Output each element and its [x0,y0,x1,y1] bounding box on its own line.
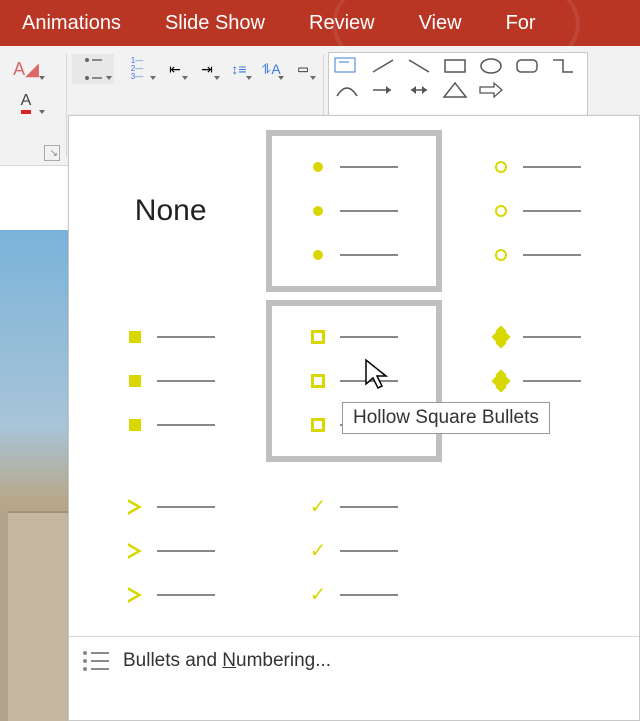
bullet-option-four-diamond[interactable] [450,300,625,462]
bullet-option-filled-dot[interactable] [266,130,441,292]
text-direction-button[interactable]: ⥮A [256,54,286,84]
bullets-numbering-label: Bullets and Numbering... [123,650,331,672]
bullet-option-filled-square[interactable] [83,300,258,462]
shape-arrow-icon[interactable] [369,80,397,100]
indent-icon: ⇥ [201,61,213,78]
bullets-list-icon [83,651,109,671]
shape-rect-icon[interactable] [441,56,469,76]
tab-slideshow[interactable]: Slide Show [143,0,287,46]
bullet-option-checkmark[interactable]: ✓ ✓ ✓ [266,470,441,632]
shape-textbox-icon[interactable] [333,56,361,76]
clear-formatting-button[interactable]: A◢ [5,54,47,84]
cursor-icon [364,358,392,392]
shape-line-icon[interactable] [369,56,397,76]
tab-view[interactable]: View [397,0,484,46]
align-text-button[interactable]: ▭ [288,54,318,84]
increase-indent-button[interactable]: ⇥ [192,54,222,84]
bullet-option-hollow-square[interactable] [266,300,441,462]
outdent-icon: ⇤ [169,61,181,78]
shape-elbow-icon[interactable] [549,56,577,76]
font-color-button[interactable]: A [5,88,47,118]
ribbon-tabstrip: Animations Slide Show Review View For [0,0,640,46]
bullets-icon [85,51,102,87]
tab-format[interactable]: For [484,0,558,46]
tab-animations[interactable]: Animations [0,0,143,46]
tab-review[interactable]: Review [287,0,397,46]
text-direction-icon: ⥮A [261,61,281,78]
bullet-option-none[interactable]: None [83,130,258,292]
font-color-icon: A [21,92,32,114]
shape-roundrect-icon[interactable] [513,56,541,76]
shape-curve-icon[interactable] [333,80,361,100]
line-spacing-icon: ↕≡ [231,61,246,77]
none-label: None [135,194,207,228]
ribbon-separator [66,54,67,157]
bullet-option-arrow[interactable] [83,470,258,632]
eraser-icon: A◢ [13,59,39,80]
bullet-option-empty [450,470,625,632]
slide-thumbnail-strip [0,230,68,721]
numbering-dropdown[interactable]: 1—2—3— [116,54,158,84]
shape-triangle-icon[interactable] [441,80,469,100]
line-spacing-button[interactable]: ↕≡ [224,54,254,84]
shape-dblarrow-icon[interactable] [405,80,433,100]
font-dialog-launcher[interactable] [44,145,60,161]
bullet-option-hollow-ring[interactable] [450,130,625,292]
slide-image-detail [8,511,68,721]
align-icon: ▭ [297,62,308,76]
bullets-dropdown[interactable] [72,54,114,84]
shape-rightarrow-icon[interactable] [477,80,505,100]
tooltip: Hollow Square Bullets [342,402,550,434]
shape-oval-icon[interactable] [477,56,505,76]
bullets-numbering-menuitem[interactable]: Bullets and Numbering... [69,636,639,684]
shape-line2-icon[interactable] [405,56,433,76]
numbering-icon: 1—2—3— [131,57,143,81]
decrease-indent-button[interactable]: ⇤ [160,54,190,84]
